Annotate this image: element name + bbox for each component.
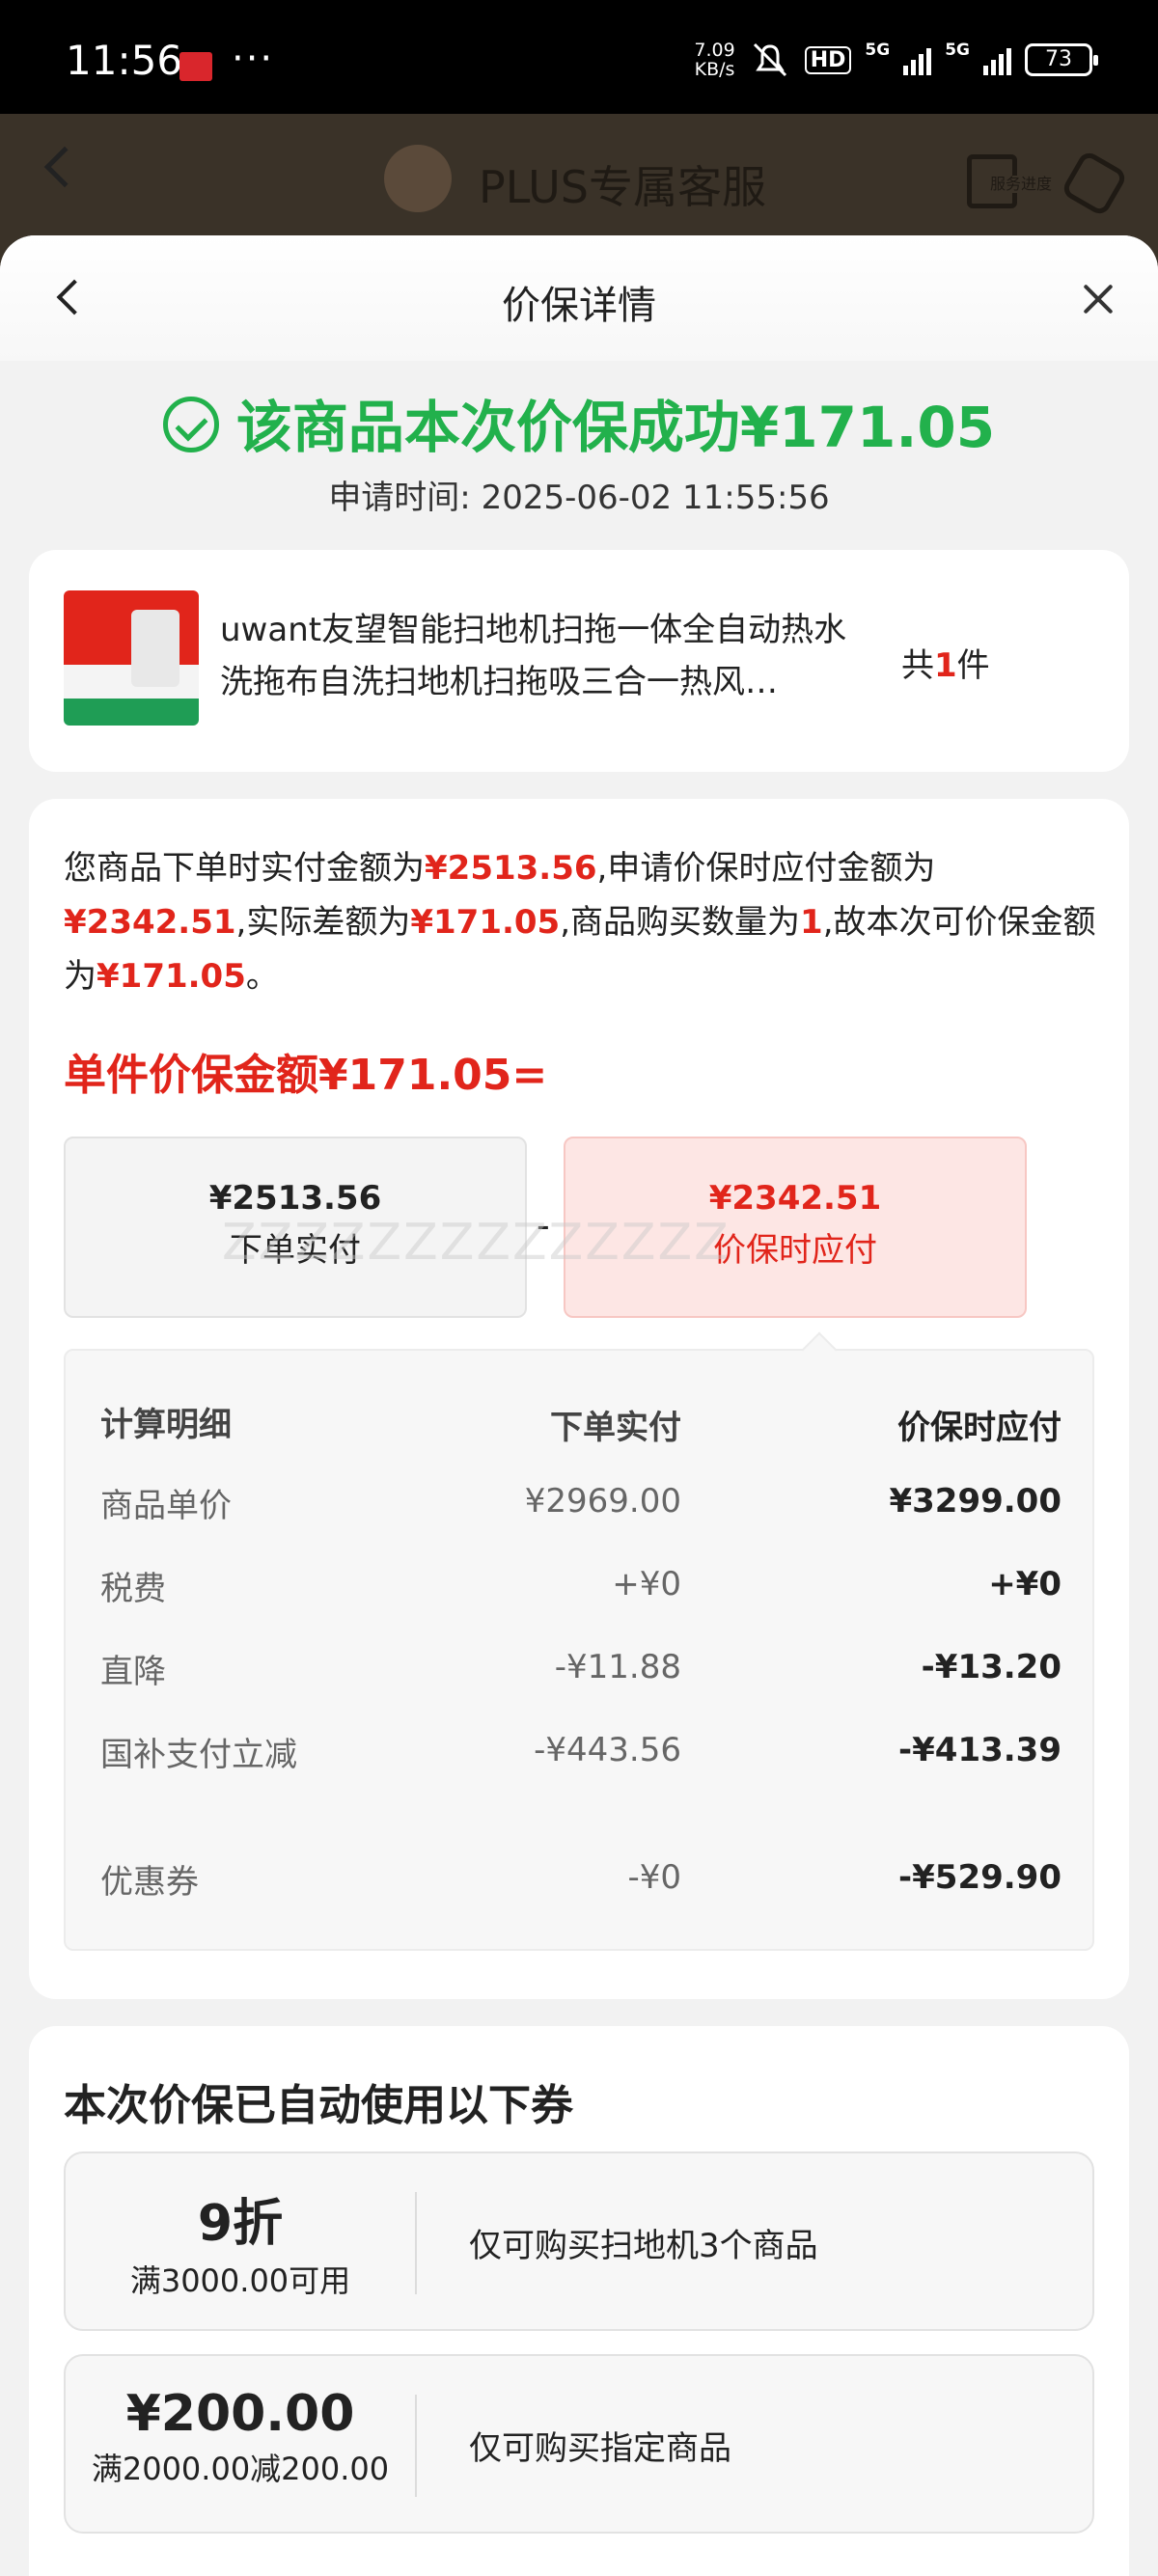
product-quantity: 共1件 [901,646,990,685]
status-bar: 11:56 ··· 7.09 KB/s HD 5G 5G 73 [0,0,1158,114]
network-type-1: 5G [865,41,891,60]
coupon-face-value: 9折 [197,2195,284,2253]
should-pay-amount: ¥2342.51 [708,1179,882,1218]
check-circle-icon [162,397,219,452]
coupon-condition: 满2000.00减200.00 [91,2451,390,2487]
coupons-card: 本次价保已自动使用以下券 9折 满3000.00可用 仅可购买扫地机3个商品 ¥… [29,2026,1129,2576]
mute-icon [753,42,786,77]
bg-chat-title: PLUS专属客服 [479,161,766,213]
signal-icon [903,44,932,75]
calculation-card: 您商品下单时实付金额为¥2513.56,申请价保时应付金额为¥2342.51,实… [29,799,1129,1999]
sheet-header: 价保详情 [0,235,1158,361]
signal-icon-2 [983,44,1011,75]
product-name: uwant友望智能扫地机扫拖一体全自动热水洗拖布自洗扫地机扫拖吸三合一热风… [220,611,847,701]
coupon-condition: 满3000.00可用 [129,2262,351,2299]
calculation-detail-table: 计算明细 下单实付 价保时应付 商品单价 ¥2969.00 ¥3299.00 税… [64,1349,1094,1951]
sheet-title: 价保详情 [502,284,656,328]
product-thumbnail [64,590,199,726]
status-time: 11:56 [66,37,183,84]
hd-voice-icon: HD [804,45,852,74]
app-notification-icon [179,52,212,81]
agent-avatar [384,145,452,212]
coupon-face-value: ¥200.00 [125,2385,355,2443]
coupon-divider [415,2192,417,2294]
more-notifications-icon: ··· [232,37,275,81]
battery-icon: 73 [1025,43,1098,76]
service-progress-label: 服务进度 [988,175,1055,193]
overlay-decoration: ZZZZZZZZZZZZZZ [222,1214,731,1272]
network-type-2: 5G [945,41,970,60]
paid-amount: ¥2513.56 [208,1179,382,1218]
success-banner: 该商品本次价保成功¥171.05 [0,382,1158,463]
coupon-divider [415,2395,417,2497]
calculation-description: 您商品下单时实付金额为¥2513.56,申请价保时应付金额为¥2342.51,实… [64,849,1096,996]
unit-refund-amount: 单件价保金额¥171.05= [64,1051,548,1100]
success-text: 该商品本次价保成功¥171.05 [235,395,996,460]
coupon-item[interactable]: ¥200.00 满2000.00减200.00 仅可购买指定商品 [64,2354,1094,2534]
bg-back-icon [43,146,86,188]
coupon-item[interactable]: 9折 满3000.00可用 仅可购买扫地机3个商品 [64,2151,1094,2331]
close-button[interactable] [1077,278,1119,320]
network-speed: 7.09 KB/s [694,40,735,80]
coupon-scope: 仅可购买指定商品 [469,2429,731,2468]
coupon-scope: 仅可购买扫地机3个商品 [469,2227,818,2265]
product-card[interactable]: uwant友望智能扫地机扫拖一体全自动热水洗拖布自洗扫地机扫拖吸三合一热风… 共… [29,550,1129,772]
apply-time: 申请时间: 2025-06-02 11:55:56 [328,479,830,517]
coupons-title: 本次价保已自动使用以下券 [64,2081,573,2130]
settings-icon [1060,149,1129,218]
status-indicators: 7.09 KB/s HD 5G 5G 73 [694,40,1098,80]
price-protection-sheet: 价保详情 该商品本次价保成功¥171.05 申请时间: 2025-06-02 1… [0,235,1158,2576]
